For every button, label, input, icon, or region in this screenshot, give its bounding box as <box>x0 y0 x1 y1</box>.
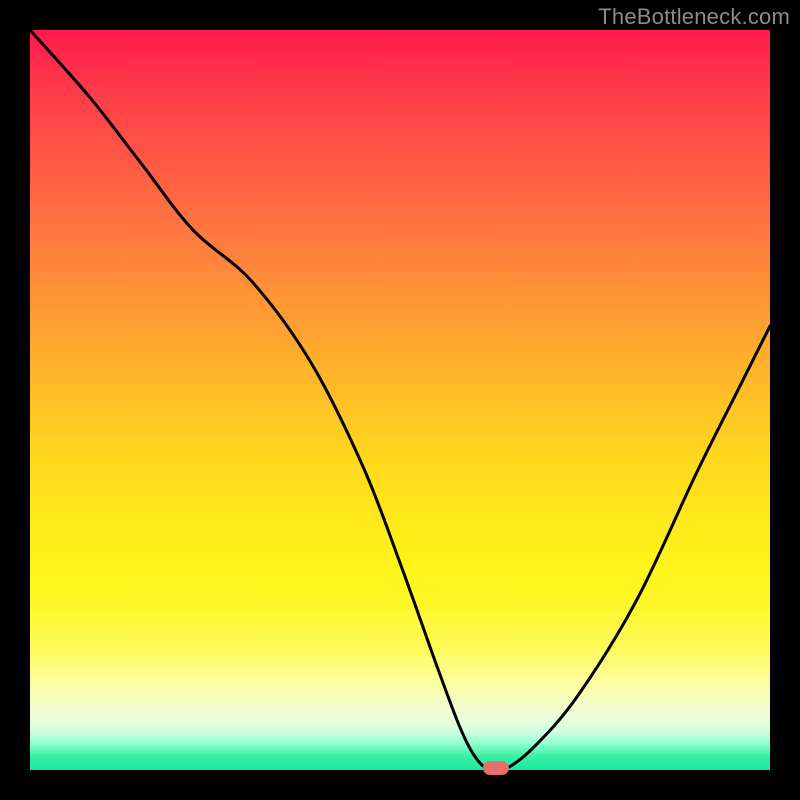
optimal-marker <box>483 761 509 775</box>
attribution-text: TheBottleneck.com <box>598 4 790 30</box>
chart-plot-area <box>30 30 770 770</box>
bottleneck-curve <box>30 30 770 770</box>
chart-frame: TheBottleneck.com <box>0 0 800 800</box>
